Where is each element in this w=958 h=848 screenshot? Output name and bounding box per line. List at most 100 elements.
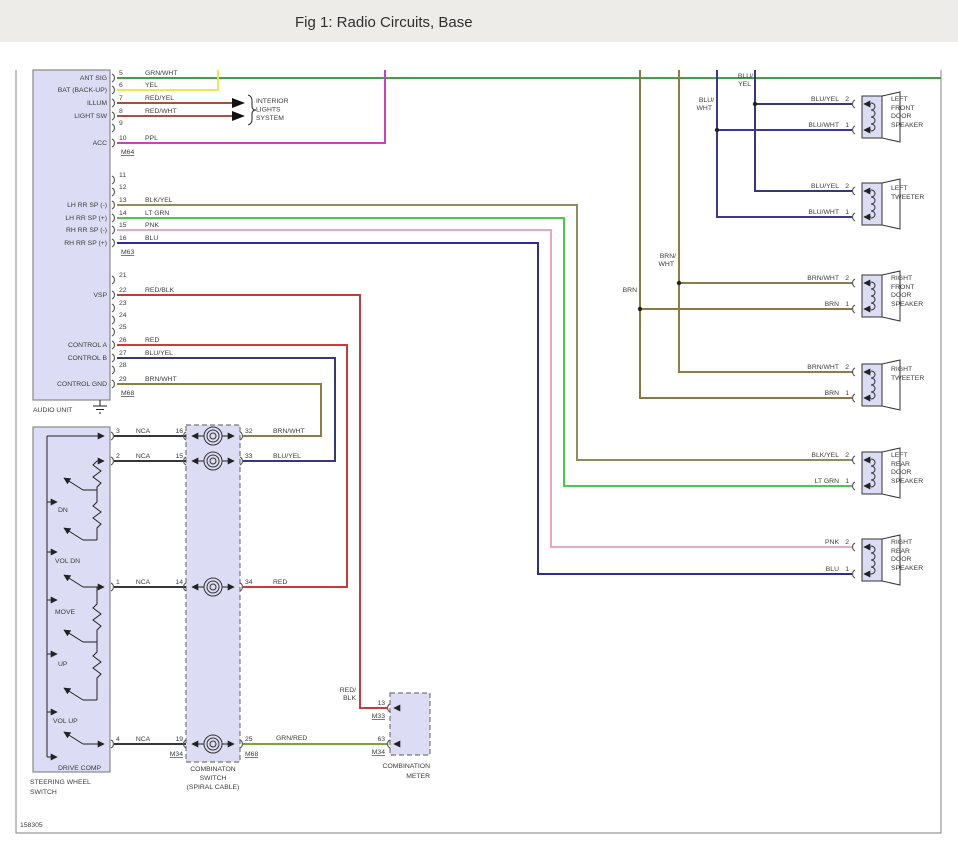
- pin-number: 2: [845, 539, 849, 546]
- pin-signal: ANT SIG: [80, 75, 107, 82]
- wire-label: YEL: [145, 82, 158, 89]
- speaker-name: SPEAKER: [891, 301, 923, 308]
- wire-label: BLK: [343, 695, 356, 702]
- pin-number: 24: [119, 312, 127, 319]
- speaker-name: DOOR: [891, 469, 911, 476]
- wire-label: LT GRN: [815, 478, 839, 485]
- pin-number: 5: [119, 70, 123, 77]
- title-bar: Fig 1: Radio Circuits, Base: [0, 0, 958, 42]
- wire-ppl: [117, 70, 386, 144]
- wire-label: BLU/WHT: [808, 209, 839, 216]
- pin-number: 14: [119, 210, 127, 217]
- pin-number: 26: [119, 337, 127, 344]
- speaker-name: REAR: [891, 461, 910, 468]
- speaker-name: FRONT: [891, 284, 914, 291]
- combination-switch-name: SWITCH: [200, 775, 227, 782]
- pin-signal: CONTROL GND: [57, 381, 107, 388]
- wire-label: BRN/: [660, 253, 676, 260]
- pin-number: 1: [845, 209, 849, 216]
- pin-signal: ILLUM: [87, 100, 107, 107]
- speaker-right-rear-door: PNK 2 BLU 1 RIGHT REAR DOOR SPEAKER: [825, 534, 923, 586]
- pin-number: 15: [119, 222, 127, 229]
- pin-signal: CONTROL B: [68, 355, 108, 362]
- ground-symbol: [93, 400, 107, 414]
- pin-number: 13: [119, 197, 127, 204]
- pin-number: 21: [119, 272, 127, 279]
- wire-label: BLU/: [699, 97, 714, 104]
- trunk-wire-labels: BLU/ YEL BLU/ WHT BRN/ WHT BRN: [623, 73, 753, 294]
- steering-switch-name: STEERING WHEEL: [30, 779, 91, 786]
- wire-label: RED/WHT: [145, 108, 177, 115]
- trunk-blu-wht: [716, 70, 852, 218]
- wire-label: NCA: [136, 428, 151, 435]
- speaker-name: RIGHT: [891, 275, 912, 282]
- speaker-name: LEFT: [891, 96, 908, 103]
- pin-signal: ACC: [93, 140, 107, 147]
- title-bar-bg: [0, 0, 958, 42]
- combination-switch-name: COMBINATON: [190, 766, 236, 773]
- wire-label: BLU/WHT: [808, 122, 839, 129]
- pin-signal: RH RR SP (-): [66, 227, 107, 234]
- wire-label: BRN: [825, 301, 839, 308]
- nca-wires: [114, 435, 186, 745]
- wire-label: PNK: [825, 539, 839, 546]
- combination-switch-name: (SPIRAL CABLE): [187, 784, 240, 791]
- figure-title: Fig 1: Radio Circuits, Base: [295, 14, 473, 31]
- steering-wheel-switch: DN VOL DN MOVE UP VOL UP DRIVE COMP STEE…: [30, 426, 114, 796]
- wire-label: NCA: [136, 736, 151, 743]
- wire-label: BLK/YEL: [145, 197, 173, 204]
- steering-switch-name: SWITCH: [30, 789, 57, 796]
- wire-label: BLK/YEL: [811, 452, 839, 459]
- wire-label: BRN/WHT: [273, 428, 305, 435]
- connector-label: M33: [372, 713, 385, 720]
- speaker-left-front-door: BLU/YEL 2 BLU/WHT 1 LEFT FRONT DOOR SPEA…: [808, 91, 923, 143]
- audio-pin-sockets: [111, 73, 115, 389]
- wire-label: RED: [145, 337, 159, 344]
- pin-number: 1: [845, 566, 849, 573]
- connector-label: M68: [121, 390, 134, 397]
- speaker-name: RIGHT: [891, 539, 912, 546]
- wire-label: BLU: [145, 235, 158, 242]
- pin-number: 10: [119, 135, 127, 142]
- combination-switch: 3 NCA 16 32 BRN/WHT 2 NCA 15 33 BLU/YEL …: [114, 424, 307, 791]
- pin-number: 2: [845, 275, 849, 282]
- pin-number: 13: [377, 700, 385, 707]
- pin-signal: LH RR SP (+): [65, 215, 107, 222]
- pin-number: 2: [845, 96, 849, 103]
- speaker-name: DOOR: [891, 292, 911, 299]
- speaker-right-tweeter: BRN/WHT 2 BRN 1 RIGHT TWEETER: [807, 359, 924, 411]
- switch-label: MOVE: [55, 609, 75, 616]
- pin-signal: CONTROL A: [68, 342, 107, 349]
- speaker-name: SPEAKER: [891, 565, 923, 572]
- wire-label: BRN: [825, 390, 839, 397]
- speaker-left-rear-door: BLK/YEL 2 LT GRN 1 LEFT REAR DOOR SPEAKE…: [811, 447, 923, 499]
- wire-label: BRN/WHT: [807, 275, 839, 282]
- wire-label: NCA: [136, 579, 151, 586]
- wire-label: GRN/RED: [276, 735, 307, 742]
- connector-label: M68: [245, 751, 258, 758]
- trunk-brn: [639, 70, 852, 399]
- wire-label: BLU/YEL: [273, 453, 301, 460]
- pin-number: 8: [119, 108, 123, 115]
- audio-unit-label: AUDIO UNIT: [33, 407, 72, 414]
- pin-number: 12: [119, 184, 127, 191]
- diagram-id: 158305: [20, 822, 43, 829]
- pin-number: 3: [116, 428, 120, 435]
- wire-label: BLU/YEL: [145, 350, 173, 357]
- pin-number: 32: [245, 428, 253, 435]
- pin-number: 2: [845, 364, 849, 371]
- connector-label: M34: [170, 751, 183, 758]
- switch-label: DRIVE COMP: [58, 765, 102, 772]
- pin-number: 33: [245, 453, 253, 460]
- pin-number: 29: [119, 376, 127, 383]
- speaker-name: DOOR: [891, 556, 911, 563]
- pin-number: 2: [116, 453, 120, 460]
- interior-lights-callout: INTERIOR LIGHTS SYSTEM: [232, 94, 289, 126]
- speaker-name: FRONT: [891, 105, 914, 112]
- pin-number: 11: [119, 172, 126, 179]
- pin-number: 22: [119, 287, 127, 294]
- pin-signal: BAT (BACK-UP): [58, 87, 107, 94]
- pin-number: 27: [119, 350, 127, 357]
- combination-meter: RED/ BLK 13 M33 63 M34 COMBINATION METER: [340, 687, 431, 780]
- wire-label: BRN/WHT: [807, 364, 839, 371]
